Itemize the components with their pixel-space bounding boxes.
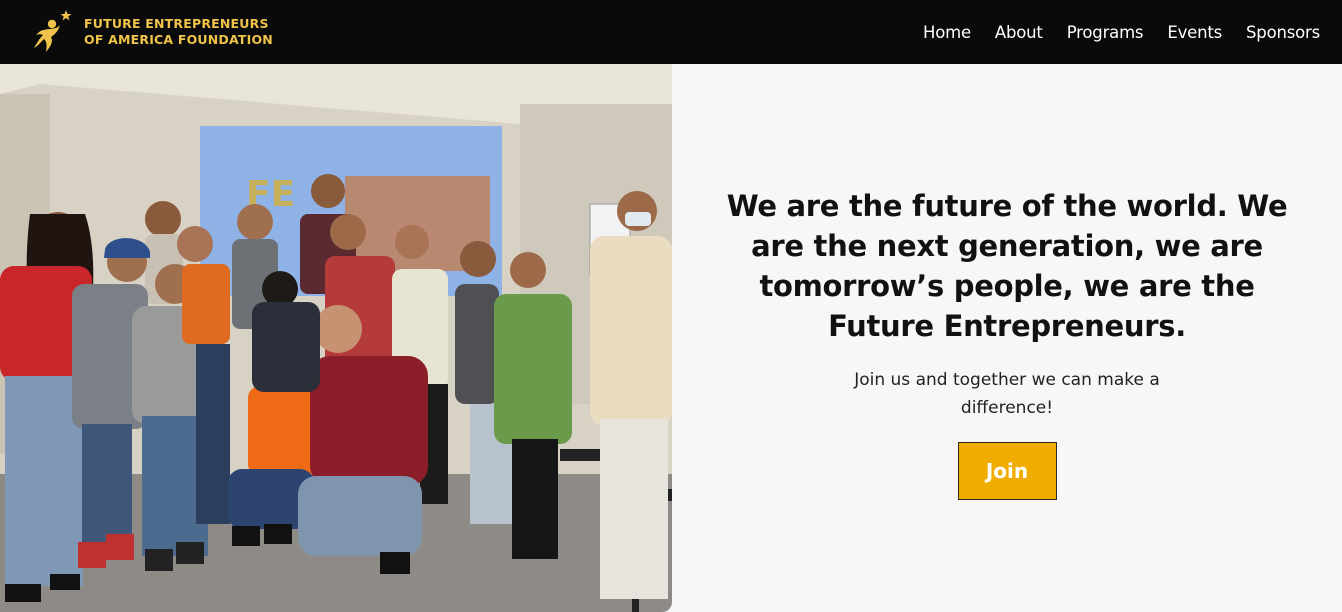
brand-line-1: FUTURE ENTREPRENEURS — [84, 16, 269, 31]
hero-subtext: Join us and together we can make a diffe… — [854, 370, 1160, 418]
group-photo-illustration: FE — [0, 64, 672, 612]
hero-content: We are the future of the world. We are t… — [672, 64, 1342, 612]
brand-logo[interactable]: FUTURE ENTREPRENEURS OF AMERICA FOUNDATI… — [30, 8, 273, 56]
nav-programs[interactable]: Programs — [1067, 23, 1144, 42]
join-button[interactable]: Join — [957, 442, 1057, 500]
group-photo: FE — [0, 64, 672, 612]
site-header: FUTURE ENTREPRENEURS OF AMERICA FOUNDATI… — [0, 0, 1342, 64]
hero-headline: We are the future of the world. We are t… — [726, 189, 1288, 343]
nav-about[interactable]: About — [995, 23, 1043, 42]
nav-home[interactable]: Home — [923, 23, 971, 42]
main-nav: Home About Programs Events Sponsors — [923, 23, 1320, 42]
brand-line-2: OF AMERICA FOUNDATION — [84, 32, 273, 47]
nav-events[interactable]: Events — [1167, 23, 1222, 42]
brand-name: FUTURE ENTREPRENEURS OF AMERICA FOUNDATI… — [84, 16, 273, 48]
nav-sponsors[interactable]: Sponsors — [1246, 23, 1320, 42]
running-star-figure-icon — [34, 10, 72, 52]
